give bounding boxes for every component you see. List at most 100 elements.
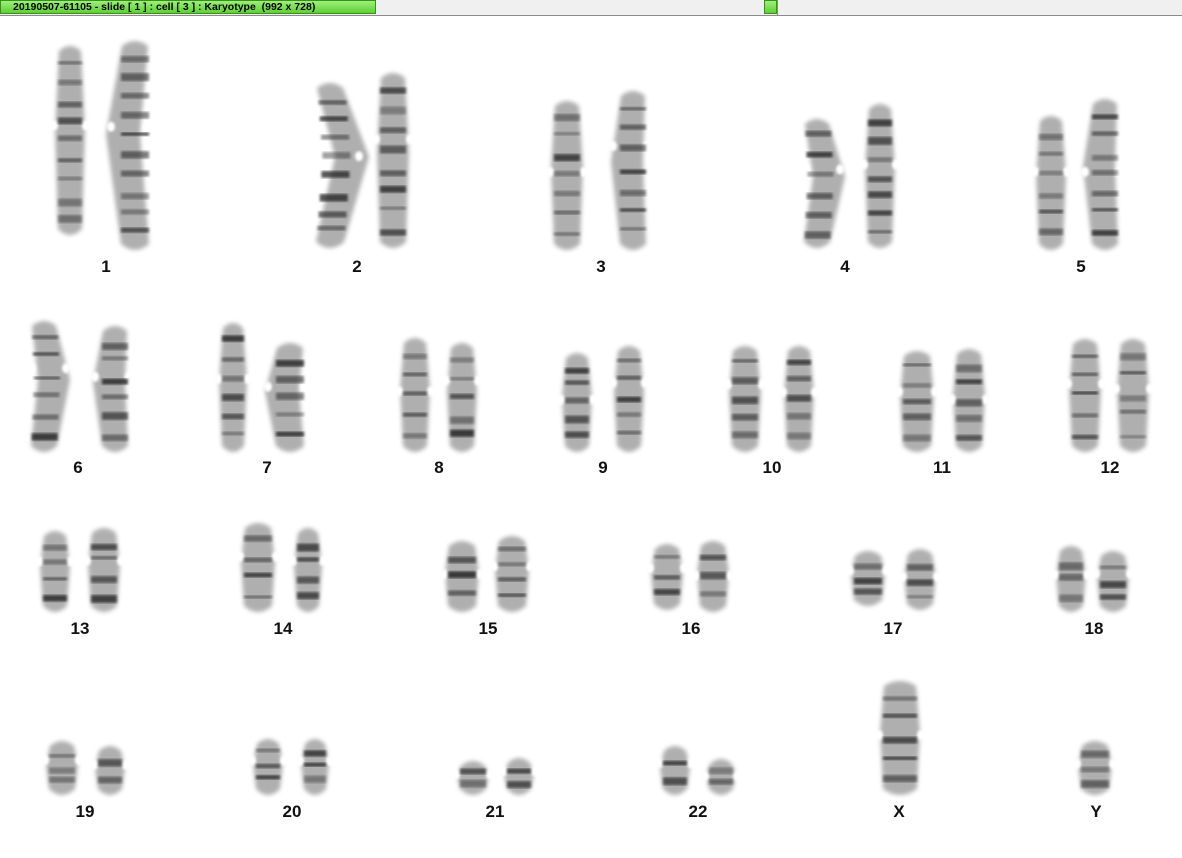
- chromosome-label-5: 5: [1076, 257, 1085, 276]
- chromosome-label-9: 9: [598, 458, 607, 477]
- chromatid-7-1: [214, 323, 252, 452]
- chromosome-pair-19[interactable]: [41, 741, 130, 795]
- chromatid-19-2: [90, 746, 130, 795]
- chromatid-5-2: [1081, 99, 1123, 250]
- chromatid-4-1: [802, 119, 845, 248]
- chromatid-1-1: [50, 46, 90, 235]
- chromatid-17-2: [899, 549, 941, 610]
- chromatid-14-1: [236, 523, 280, 612]
- chromosome-pair-3[interactable]: [546, 91, 651, 250]
- chromatid-18-2: [1092, 551, 1134, 612]
- chromatid-19-1: [41, 741, 83, 795]
- chromosome-label-14: 14: [274, 619, 293, 638]
- karyotype-panel: 1 2 3 4 56 7 8 9 10 11 1213 14 15 16 17 1819 20 21 22 X Y: [28, 41, 1154, 821]
- chromatid-7-2: [264, 343, 308, 452]
- chromosome-label-x: X: [893, 802, 905, 821]
- chromosome-label-13: 13: [71, 619, 90, 638]
- chromatid-21-1: [452, 761, 494, 795]
- chromatid-2-2: [372, 73, 414, 248]
- chromosome-pair-17[interactable]: [846, 549, 941, 610]
- chromosome-pair-1[interactable]: [50, 41, 151, 250]
- chromosome-pair-21[interactable]: [452, 758, 539, 795]
- chromosome-label-3: 3: [596, 257, 605, 276]
- chromatid-3-1: [546, 101, 588, 250]
- chromatid-8-2: [442, 343, 482, 452]
- chromatid-11-1: [895, 351, 939, 452]
- chromosome-label-18: 18: [1085, 619, 1104, 638]
- chromatid-16-1: [646, 544, 688, 610]
- window-title-tab[interactable]: 20190507-61105 - slide [ 1 ] : cell [ 3 …: [0, 0, 376, 14]
- chromatid-10-2: [779, 346, 819, 452]
- chromosome-label-11: 11: [933, 458, 951, 477]
- chromosome-label-2: 2: [352, 257, 361, 276]
- chromatid-16-2: [692, 541, 734, 612]
- chromatid-2-1: [316, 83, 369, 248]
- chromosome-label-6: 6: [73, 458, 82, 477]
- chromosome-pair-5[interactable]: [1031, 99, 1123, 250]
- chromosome-pair-8[interactable]: [395, 338, 482, 452]
- chromatid-12-2: [1112, 339, 1154, 452]
- chromosome-pair-x[interactable]: [875, 681, 925, 795]
- chromosome-pair-11[interactable]: [895, 349, 990, 452]
- window-title-bar: 20190507-61105 - slide [ 1 ] : cell [ 3 …: [0, 0, 1182, 16]
- chromatid-22-2: [701, 759, 741, 795]
- chromosome-label-19: 19: [76, 802, 95, 821]
- chromosome-pair-14[interactable]: [236, 523, 327, 612]
- chromosome-label-1: 1: [101, 257, 110, 276]
- chromatid-9-2: [609, 346, 649, 452]
- chromatid-x-1: [875, 681, 925, 795]
- chromatid-20-2: [296, 739, 334, 795]
- title-bar-handle[interactable]: [764, 0, 777, 14]
- chromosome-pairs: [28, 41, 1154, 795]
- chromatid-13-1: [35, 531, 75, 612]
- chromatid-6-2: [91, 326, 133, 452]
- chromatid-18-1: [1051, 546, 1091, 612]
- chromosome-label-y: Y: [1090, 802, 1102, 821]
- chromatid-12-1: [1064, 339, 1106, 452]
- chromosome-label-17: 17: [884, 619, 903, 638]
- chromosome-pair-4[interactable]: [802, 104, 900, 248]
- chromosome-pair-18[interactable]: [1051, 546, 1134, 612]
- chromosome-pair-y[interactable]: [1073, 741, 1117, 795]
- chromatid-3-2: [609, 91, 651, 250]
- chromosome-pair-7[interactable]: [214, 323, 308, 452]
- chromosome-label-8: 8: [434, 458, 443, 477]
- chromatid-9-1: [557, 353, 597, 452]
- chromosome-pair-13[interactable]: [35, 528, 125, 612]
- chromosome-pair-10[interactable]: [724, 346, 819, 452]
- chromatid-22-1: [655, 746, 695, 795]
- chromatid-10-1: [724, 346, 766, 452]
- chromosome-label-22: 22: [689, 802, 708, 821]
- chromosome-pair-12[interactable]: [1064, 339, 1154, 452]
- title-bar-divider: [777, 0, 778, 15]
- chromatid-1-2: [106, 41, 151, 250]
- chromosome-pair-20[interactable]: [248, 739, 334, 795]
- chromosome-label-7: 7: [262, 458, 271, 477]
- chromatid-11-2: [948, 349, 990, 452]
- chromatid-20-1: [248, 739, 288, 795]
- chromatid-5-1: [1031, 116, 1071, 250]
- chromosome-label-10: 10: [763, 458, 782, 477]
- chromosome-label-16: 16: [682, 619, 701, 638]
- chromatid-15-2: [490, 536, 534, 612]
- chromosome-label-20: 20: [283, 802, 302, 821]
- chromatid-13-2: [83, 528, 125, 612]
- chromosome-pair-6[interactable]: [28, 321, 133, 452]
- chromatid-4-2: [860, 104, 900, 248]
- chromosome-pair-22[interactable]: [655, 746, 741, 795]
- chromosome-label-21: 21: [486, 802, 505, 821]
- chromatid-14-2: [289, 528, 327, 612]
- chromatid-y-1: [1073, 741, 1117, 795]
- chromatid-6-1: [28, 321, 70, 452]
- chromosome-pair-16[interactable]: [646, 541, 734, 612]
- chromosome-pair-2[interactable]: [316, 73, 414, 248]
- chromatid-15-1: [440, 541, 484, 612]
- chromosome-pair-15[interactable]: [440, 536, 534, 612]
- chromosome-label-4: 4: [840, 257, 850, 276]
- chromosome-label-12: 12: [1101, 458, 1120, 477]
- chromosome-pair-9[interactable]: [557, 346, 649, 452]
- chromatid-21-2: [499, 758, 539, 795]
- chromosome-label-15: 15: [479, 619, 498, 638]
- chromatid-8-1: [395, 338, 435, 452]
- chromatid-17-1: [846, 551, 890, 606]
